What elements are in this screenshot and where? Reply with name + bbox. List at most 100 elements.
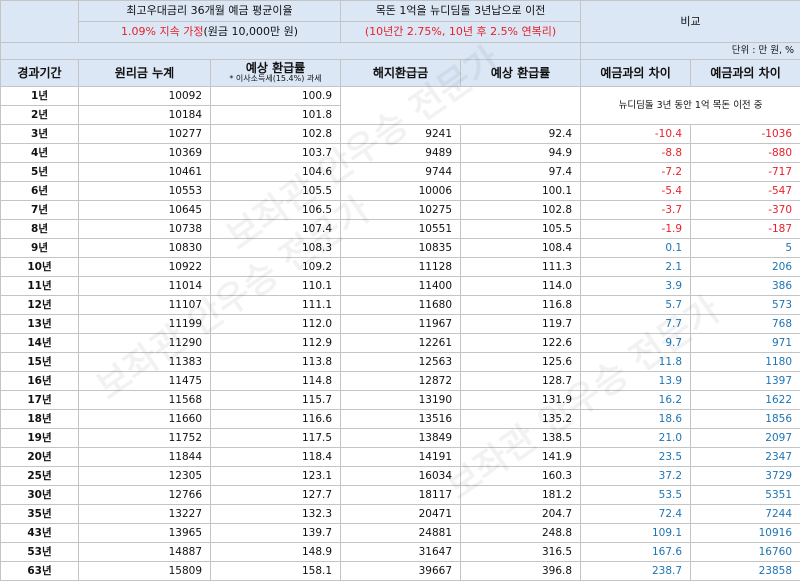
cell-diff-amount: -370 [691, 201, 800, 220]
cell-rate: 109.2 [211, 258, 341, 277]
cell-diff-rate: 5.7 [581, 296, 691, 315]
cell-sum: 10184 [79, 106, 211, 125]
header-blank-cell [1, 1, 79, 43]
table-row: 25년12305123.116034160.337.23729 [1, 467, 800, 486]
cell-period: 16년 [1, 372, 79, 391]
group2-subtitle: (10년간 2.75%, 10년 후 2.5% 연복리) [341, 22, 581, 43]
cell-diff-amount: 7244 [691, 505, 800, 524]
cell-diff-rate: 53.5 [581, 486, 691, 505]
cell-period: 63년 [1, 562, 79, 581]
table-row: 14년11290112.912261122.69.7971 [1, 334, 800, 353]
cell-diff-rate: 21.0 [581, 429, 691, 448]
cell-empty [341, 87, 581, 125]
comparison-table: 최고우대금리 36개월 예금 평균이율 목돈 1억을 뉴디딤돌 3년납으로 이전… [0, 0, 800, 581]
cell-rate2: 102.8 [461, 201, 581, 220]
cell-rate2: 92.4 [461, 125, 581, 144]
table-row: 15년11383113.812563125.611.81180 [1, 353, 800, 372]
table-row: 12년11107111.111680116.85.7573 [1, 296, 800, 315]
cell-period: 5년 [1, 163, 79, 182]
table-row: 63년15809158.139667396.8238.723858 [1, 562, 800, 581]
cell-diff-amount: 1856 [691, 410, 800, 429]
cell-period: 13년 [1, 315, 79, 334]
cell-diff-amount: 206 [691, 258, 800, 277]
unit-row: 단위 : 만 원, % [1, 43, 800, 60]
cell-refund: 11400 [341, 277, 461, 296]
table-row: 20년11844118.414191141.923.52347 [1, 448, 800, 467]
cell-diff-amount: 768 [691, 315, 800, 334]
cell-rate2: 119.7 [461, 315, 581, 334]
cell-sum: 11199 [79, 315, 211, 334]
column-header-row: 경과기간 원리금 누계 예상 환급률* 이사소득세(15.4%) 과세 해지환급… [1, 60, 800, 87]
group1-subtitle: 1.09% 지속 가정(원금 10,000만 원) [79, 22, 341, 43]
cell-diff-amount: 5351 [691, 486, 800, 505]
cell-sum: 14887 [79, 543, 211, 562]
cell-refund: 13516 [341, 410, 461, 429]
cell-refund: 9744 [341, 163, 461, 182]
cell-refund: 16034 [341, 467, 461, 486]
cell-period: 17년 [1, 391, 79, 410]
cell-refund: 12872 [341, 372, 461, 391]
cell-diff-rate: 37.2 [581, 467, 691, 486]
cell-sum: 10553 [79, 182, 211, 201]
cell-rate: 115.7 [211, 391, 341, 410]
cell-diff-amount: -1036 [691, 125, 800, 144]
table-row: 19년11752117.513849138.521.02097 [1, 429, 800, 448]
cell-period: 1년 [1, 87, 79, 106]
cell-refund: 13190 [341, 391, 461, 410]
unit-blank [1, 43, 581, 60]
cell-rate2: 138.5 [461, 429, 581, 448]
cell-diff-amount: 2347 [691, 448, 800, 467]
cell-refund: 24881 [341, 524, 461, 543]
col-period: 경과기간 [1, 60, 79, 87]
cell-diff-amount: 5 [691, 239, 800, 258]
cell-rate2: 135.2 [461, 410, 581, 429]
cell-diff-rate: 2.1 [581, 258, 691, 277]
cell-rate2: 131.9 [461, 391, 581, 410]
cell-sum: 11290 [79, 334, 211, 353]
cell-refund: 39667 [341, 562, 461, 581]
cell-rate2: 114.0 [461, 277, 581, 296]
cell-rate2: 97.4 [461, 163, 581, 182]
cell-refund: 13849 [341, 429, 461, 448]
cell-rate2: 94.9 [461, 144, 581, 163]
cell-rate: 104.6 [211, 163, 341, 182]
cell-rate: 148.9 [211, 543, 341, 562]
header-row-1: 최고우대금리 36개월 예금 평균이율 목돈 1억을 뉴디딤돌 3년납으로 이전… [1, 1, 800, 22]
cell-period: 2년 [1, 106, 79, 125]
cell-sum: 11660 [79, 410, 211, 429]
cell-rate: 123.1 [211, 467, 341, 486]
cell-refund: 11967 [341, 315, 461, 334]
cell-period: 20년 [1, 448, 79, 467]
cell-diff-amount: 971 [691, 334, 800, 353]
cell-diff-amount: -880 [691, 144, 800, 163]
cell-diff-rate: -1.9 [581, 220, 691, 239]
cell-rate2: 141.9 [461, 448, 581, 467]
cell-period: 18년 [1, 410, 79, 429]
cell-period: 9년 [1, 239, 79, 258]
cell-period: 15년 [1, 353, 79, 372]
cell-sum: 12766 [79, 486, 211, 505]
cell-rate: 112.9 [211, 334, 341, 353]
cell-refund: 31647 [341, 543, 461, 562]
cell-rate: 117.5 [211, 429, 341, 448]
cell-period: 7년 [1, 201, 79, 220]
cell-sum: 10369 [79, 144, 211, 163]
cell-rate: 116.6 [211, 410, 341, 429]
cell-refund: 10006 [341, 182, 461, 201]
cell-sum: 11475 [79, 372, 211, 391]
cell-rate: 132.3 [211, 505, 341, 524]
table-row: 30년12766127.718117181.253.55351 [1, 486, 800, 505]
cell-diff-amount: 2097 [691, 429, 800, 448]
cell-diff-amount: -717 [691, 163, 800, 182]
table-row: 35년13227132.320471204.772.47244 [1, 505, 800, 524]
cell-rate: 101.8 [211, 106, 341, 125]
cell-rate2: 316.5 [461, 543, 581, 562]
cell-refund: 11680 [341, 296, 461, 315]
unit-label: 단위 : 만 원, % [581, 43, 800, 60]
cell-diff-rate: 3.9 [581, 277, 691, 296]
table-row: 9년10830108.310835108.40.15 [1, 239, 800, 258]
cell-diff-rate: 72.4 [581, 505, 691, 524]
cell-rate2: 181.2 [461, 486, 581, 505]
table-row: 7년10645106.510275102.8-3.7-370 [1, 201, 800, 220]
cell-period: 14년 [1, 334, 79, 353]
